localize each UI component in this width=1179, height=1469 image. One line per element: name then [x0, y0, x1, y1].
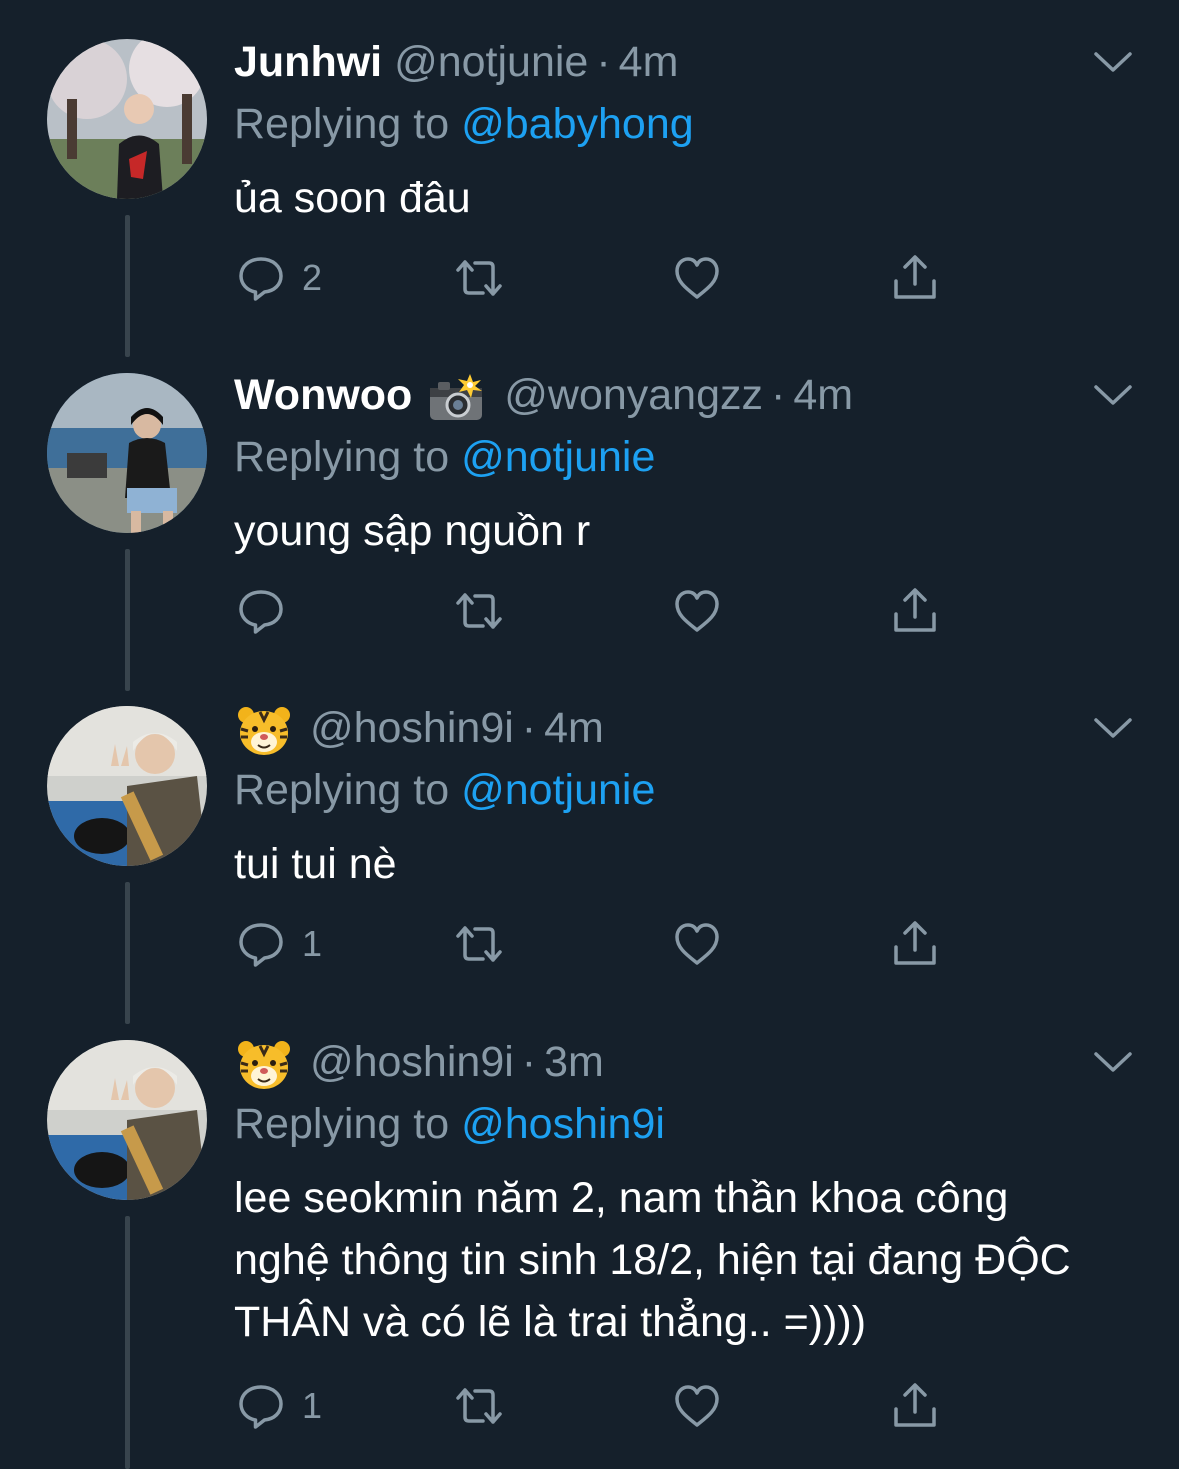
- camera-flash-emoji: [430, 373, 483, 420]
- mention-link[interactable]: @hoshin9i: [461, 1100, 665, 1148]
- share-icon: [894, 1383, 936, 1427]
- user-handle[interactable]: @wonyangzz: [504, 371, 763, 419]
- share-icon: [894, 255, 936, 299]
- tweet-actions: 1: [234, 914, 994, 974]
- like-button[interactable]: [670, 248, 738, 308]
- reply-count: 1: [302, 1385, 323, 1426]
- thread-line: [125, 1216, 130, 1469]
- separator-dot: ·: [521, 1038, 537, 1086]
- replying-to: Replying to @babyhong: [234, 94, 694, 154]
- heart-icon: [675, 1385, 719, 1427]
- retweet-icon: [456, 1388, 502, 1424]
- retweet-button[interactable]: [452, 914, 520, 974]
- share-button[interactable]: [888, 1376, 942, 1436]
- user-handle[interactable]: @notjunie: [394, 38, 588, 86]
- tiger-face-emoji: [238, 706, 290, 755]
- avatar-photo-junhwi: [47, 39, 207, 199]
- retweet-icon: [456, 260, 502, 296]
- display-name[interactable]: Wonwoo: [234, 371, 412, 419]
- reply-button[interactable]: 2: [234, 248, 322, 308]
- retweet-icon: [456, 593, 502, 629]
- reply-count: 2: [302, 257, 323, 298]
- like-button[interactable]: [670, 581, 738, 641]
- chevron-down-icon[interactable]: [1090, 379, 1136, 409]
- mention-link[interactable]: @notjunie: [461, 766, 655, 814]
- chevron-down-icon[interactable]: [1090, 1046, 1136, 1076]
- share-icon: [894, 921, 936, 965]
- thread-line: [125, 215, 130, 357]
- reply-icon: [239, 590, 283, 634]
- tweet-header: Wonwoo @wonyangzz · 4m: [234, 365, 853, 425]
- display-name[interactable]: Junhwi: [234, 38, 382, 86]
- heart-icon: [675, 590, 719, 632]
- retweet-button[interactable]: [452, 581, 520, 641]
- chevron-down-icon[interactable]: [1090, 712, 1136, 742]
- user-handle[interactable]: @hoshin9i: [310, 704, 514, 752]
- timestamp[interactable]: 3m: [544, 1038, 604, 1086]
- separator-dot: ·: [596, 38, 611, 86]
- chevron-down-icon[interactable]: [1090, 46, 1136, 76]
- tweet-text: lee seokmin năm 2, nam thần khoa công ng…: [234, 1174, 1071, 1346]
- tweet-header: @hoshin9i · 4m: [234, 698, 604, 758]
- share-icon: [894, 588, 936, 632]
- replying-prefix: Replying to: [234, 100, 450, 148]
- tweet-text: ủa soon đâu: [234, 174, 471, 222]
- tweet-actions: 1: [234, 1376, 994, 1436]
- replying-prefix: Replying to: [234, 766, 450, 814]
- tweet-actions: [234, 581, 994, 641]
- tiger-face-emoji: [238, 1040, 290, 1089]
- thread-line: [125, 882, 130, 1024]
- avatar[interactable]: [47, 39, 207, 199]
- avatar-photo-hoshi: [47, 706, 207, 866]
- tweet-header: Junhwi @notjunie · 4m: [234, 32, 678, 92]
- reply-button[interactable]: 1: [234, 1376, 322, 1436]
- avatar[interactable]: [47, 373, 207, 533]
- replying-prefix: Replying to: [234, 1100, 450, 1148]
- timestamp[interactable]: 4m: [793, 371, 853, 419]
- avatar[interactable]: [47, 706, 207, 866]
- retweet-icon: [456, 926, 502, 962]
- timestamp[interactable]: 4m: [544, 704, 604, 752]
- reply-icon: [239, 923, 283, 967]
- tweet-actions: 2: [234, 248, 994, 308]
- share-button[interactable]: [888, 914, 942, 974]
- avatar-photo-wonwoo: [47, 373, 207, 533]
- retweet-button[interactable]: [452, 1376, 520, 1436]
- replying-to: Replying to @notjunie: [234, 427, 655, 487]
- timestamp[interactable]: 4m: [619, 38, 679, 86]
- thread-line: [125, 549, 130, 691]
- mention-link[interactable]: @notjunie: [461, 433, 655, 481]
- tweet-text: tui tui nè: [234, 840, 397, 888]
- reply-count: 1: [302, 923, 323, 964]
- replying-to: Replying to @hoshin9i: [234, 1094, 665, 1154]
- retweet-button[interactable]: [452, 248, 520, 308]
- share-button[interactable]: [888, 581, 942, 641]
- separator-dot: ·: [771, 371, 786, 419]
- reply-icon: [239, 257, 283, 301]
- reply-button[interactable]: [234, 581, 302, 641]
- replying-prefix: Replying to: [234, 433, 450, 481]
- tweet-text: young sập nguồn r: [234, 507, 591, 555]
- mention-link[interactable]: @babyhong: [461, 100, 694, 148]
- heart-icon: [675, 923, 719, 965]
- user-handle[interactable]: @hoshin9i: [310, 1038, 514, 1086]
- heart-icon: [675, 257, 719, 299]
- avatar[interactable]: [47, 1040, 207, 1200]
- avatar-photo-hoshi: [47, 1040, 207, 1200]
- like-button[interactable]: [670, 914, 738, 974]
- replying-to: Replying to @notjunie: [234, 760, 655, 820]
- reply-button[interactable]: 1: [234, 914, 322, 974]
- reply-icon: [239, 1385, 283, 1429]
- like-button[interactable]: [670, 1376, 738, 1436]
- tweet-header: @hoshin9i · 3m: [234, 1032, 604, 1092]
- separator-dot: ·: [521, 704, 537, 752]
- share-button[interactable]: [888, 248, 942, 308]
